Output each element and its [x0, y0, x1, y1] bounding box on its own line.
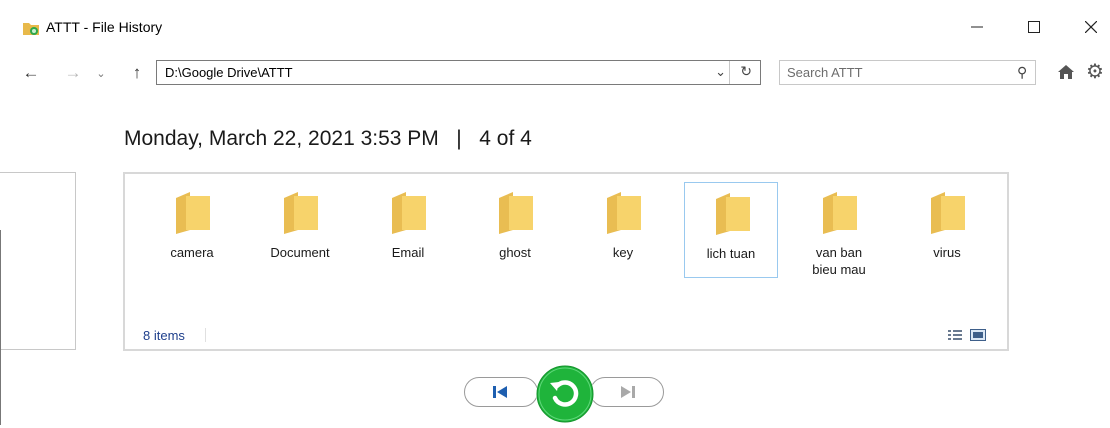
gear-icon: ⚙ [1086, 61, 1104, 83]
title-bar: ATTT - File History [0, 0, 1110, 56]
folder-icon [392, 192, 426, 234]
folder-item-selected[interactable]: lich tuan [684, 182, 778, 278]
maximize-button[interactable] [1021, 14, 1047, 40]
item-count: 8 items [143, 328, 185, 343]
large-icons-view-icon [970, 329, 986, 341]
restore-button[interactable] [536, 365, 594, 423]
refresh-icon[interactable]: ↻ [740, 63, 752, 80]
snapshot-date: Monday, March 22, 2021 3:53 PM | 4 of 4 [124, 127, 532, 150]
folder-icon [284, 192, 318, 234]
next-version-button[interactable] [590, 377, 664, 407]
previous-version-button[interactable] [464, 377, 538, 407]
current-version-panel: camera Document Email ghost key lich tua… [123, 172, 1009, 351]
up-button[interactable]: ↑ [128, 63, 146, 82]
window-edge [0, 230, 1, 425]
details-view-button[interactable] [947, 328, 963, 342]
restore-icon [536, 365, 594, 423]
home-icon [1058, 65, 1074, 79]
folder-label: virus [933, 245, 961, 260]
folder-label: Document [270, 245, 330, 260]
skip-forward-icon [621, 386, 635, 398]
chevron-down-icon[interactable]: ⌄ [715, 64, 726, 80]
arrow-up-icon: ↑ [132, 63, 142, 82]
details-view-icon [948, 330, 962, 340]
search-box[interactable]: Search ATTT ⚲ [779, 60, 1036, 85]
folder-icon [931, 192, 965, 234]
large-icons-view-button[interactable] [970, 328, 986, 342]
search-icon[interactable]: ⚲ [1017, 64, 1027, 81]
search-placeholder[interactable]: Search ATTT [787, 65, 863, 80]
address-path[interactable]: D:\Google Drive\ATTT [165, 65, 293, 80]
folder-label: key [612, 245, 634, 260]
folder-label: Email [391, 245, 425, 260]
folder-icon [716, 193, 750, 235]
previous-version-panel[interactable] [0, 172, 76, 350]
folder-item[interactable]: Document [253, 182, 347, 278]
folder-icon [176, 192, 210, 234]
folder-item[interactable]: key [576, 182, 670, 278]
arrow-left-icon: ← [22, 63, 40, 82]
folder-icon [607, 192, 641, 234]
status-divider [205, 328, 206, 342]
close-button[interactable] [1078, 14, 1104, 40]
close-icon [1085, 21, 1097, 33]
folder-icon [823, 192, 857, 234]
maximize-icon [1028, 21, 1040, 33]
minimize-button[interactable] [964, 14, 990, 40]
folder-item[interactable]: Email [361, 182, 455, 278]
folder-item[interactable]: virus [900, 182, 994, 278]
settings-button[interactable]: ⚙ [1086, 62, 1106, 82]
minimize-icon [971, 26, 983, 28]
address-bar[interactable]: D:\Google Drive\ATTT ⌄ ↻ [156, 60, 761, 85]
folder-label: camera [170, 245, 214, 260]
chevron-down-icon: ⌄ [96, 67, 106, 80]
forward-arrow-button[interactable]: → [64, 63, 82, 82]
folder-item[interactable]: ghost [468, 182, 562, 278]
file-history-app-icon [22, 20, 40, 36]
address-divider [729, 61, 730, 84]
back-arrow-button[interactable]: ← [22, 63, 40, 82]
folder-icon [499, 192, 533, 234]
skip-back-icon [493, 386, 507, 398]
home-button[interactable] [1056, 62, 1076, 82]
recent-locations-button[interactable]: ⌄ [92, 64, 110, 82]
folder-item[interactable]: van ban bieu mau [792, 182, 886, 278]
folder-label: lich tuan [706, 246, 756, 261]
folder-label: ghost [499, 245, 531, 260]
window-title: ATTT - File History [46, 19, 163, 35]
folder-label: van ban bieu mau [812, 245, 866, 277]
folder-item[interactable]: camera [145, 182, 239, 278]
arrow-right-icon: → [64, 63, 82, 82]
